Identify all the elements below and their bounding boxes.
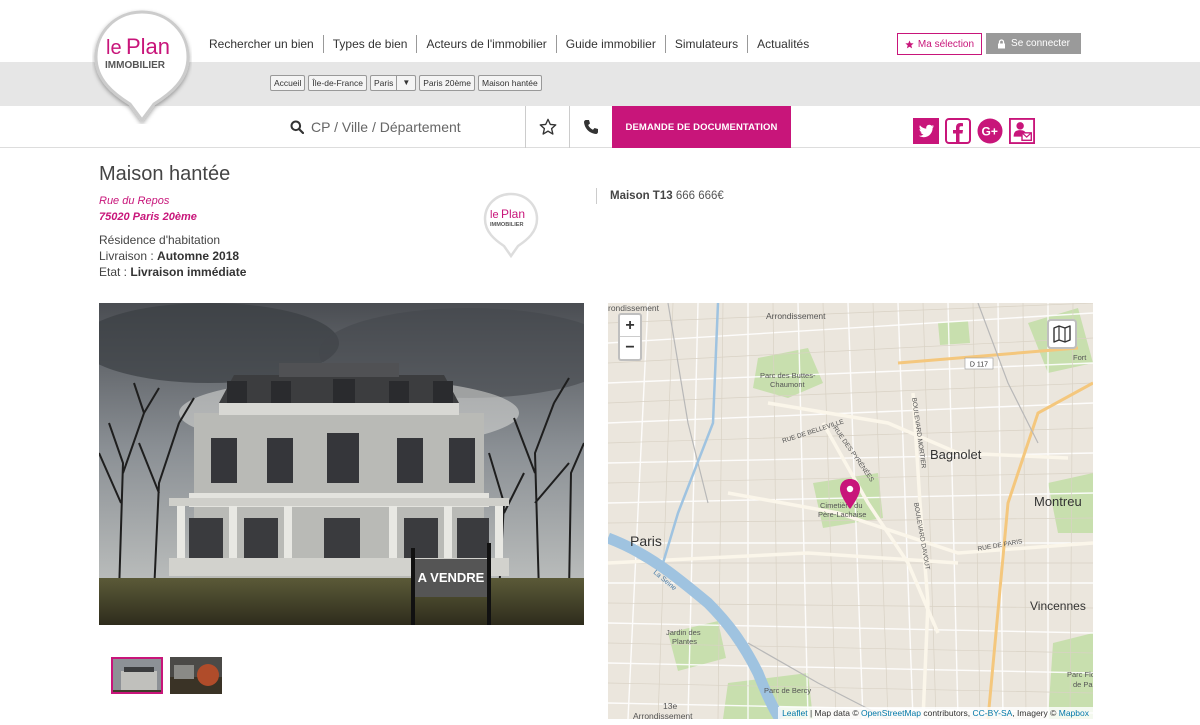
nav-guide[interactable]: Guide immobilier bbox=[555, 35, 665, 53]
favorite-button[interactable] bbox=[527, 106, 569, 148]
zoom-in-button[interactable]: + bbox=[620, 315, 640, 337]
contact-icon[interactable] bbox=[1009, 118, 1035, 144]
svg-text:G+: G+ bbox=[982, 125, 998, 139]
thumbnail-1[interactable] bbox=[111, 657, 163, 694]
small-logo-immobilier: IMMOBILIER bbox=[490, 222, 524, 228]
lock-icon bbox=[998, 38, 1006, 48]
logo-text-le: le bbox=[106, 37, 122, 59]
search-input[interactable] bbox=[311, 119, 511, 135]
osm-link[interactable]: OpenStreetMap bbox=[861, 708, 921, 718]
map-label: Parc de Bercy bbox=[764, 686, 811, 695]
developer-logo[interactable]: le Plan IMMOBILIER bbox=[483, 192, 539, 258]
price-type: Maison T13 bbox=[610, 190, 673, 202]
thumbnail-2[interactable] bbox=[170, 657, 222, 694]
attribution-text: | Map data © bbox=[807, 708, 861, 718]
caret-down-icon[interactable]: ▼ bbox=[397, 75, 417, 91]
map-label: Paris bbox=[630, 533, 662, 549]
site-logo[interactable]: le Plan IMMOBILIER bbox=[92, 8, 192, 124]
map-label: Vincennes bbox=[1030, 599, 1086, 613]
nav-acteurs[interactable]: Acteurs de l'immobilier bbox=[416, 35, 555, 53]
price-value: 666 666€ bbox=[675, 190, 724, 202]
zoom-out-button[interactable]: − bbox=[620, 337, 640, 359]
map-label: Arrondissement bbox=[766, 311, 826, 321]
breadcrumb-accueil[interactable]: Accueil bbox=[270, 75, 306, 91]
breadcrumb-idf[interactable]: Île-de-France bbox=[308, 75, 367, 91]
ccbysa-link[interactable]: CC-BY-SA bbox=[972, 708, 1012, 718]
price-line: Maison T13 666 666€ bbox=[610, 190, 724, 202]
logo-text-plan: Plan bbox=[126, 34, 170, 59]
state-label: Etat : bbox=[99, 265, 131, 279]
main-photo[interactable]: A VENDRE bbox=[99, 303, 584, 625]
breadcrumb: Accueil Île-de-France Paris ▼ Paris 20èm… bbox=[270, 75, 542, 91]
location-map[interactable]: rondissement Arrondissement Parc des But… bbox=[608, 303, 1093, 719]
map-label: Chaumont bbox=[770, 380, 806, 389]
twitter-icon[interactable] bbox=[913, 118, 939, 144]
map-label: Arrondissement bbox=[633, 711, 693, 719]
map-icon bbox=[1053, 325, 1071, 343]
search-icon[interactable] bbox=[290, 120, 304, 134]
phone-button[interactable] bbox=[570, 106, 612, 148]
road-badge: D 117 bbox=[970, 362, 988, 369]
map-label: Père-Lachaise bbox=[818, 510, 866, 519]
phone-icon bbox=[584, 120, 598, 134]
map-label: Plantes bbox=[672, 637, 697, 646]
breadcrumb-paris-dropdown[interactable]: Paris ▼ bbox=[369, 75, 417, 91]
main-nav: Rechercher un bien Types de bien Acteurs… bbox=[200, 32, 818, 56]
map-attribution: Leaflet | Map data © OpenStreetMap contr… bbox=[778, 707, 1093, 719]
listing-state: Etat : Livraison immédiate bbox=[99, 265, 246, 279]
attribution-text: , Imagery © bbox=[1012, 708, 1059, 718]
listing-delivery: Livraison : Automne 2018 bbox=[99, 249, 239, 263]
facebook-icon[interactable] bbox=[945, 118, 971, 144]
map-label: Cimetière du bbox=[820, 501, 863, 510]
star-icon bbox=[905, 39, 914, 48]
google-plus-icon[interactable]: G+ bbox=[977, 118, 1003, 144]
delivery-value: Automne 2018 bbox=[157, 249, 240, 263]
selection-label: Ma sélection bbox=[917, 38, 975, 50]
breadcrumb-current[interactable]: Maison hantée bbox=[477, 75, 542, 91]
listing-city: 75020 Paris 20ème bbox=[99, 211, 197, 223]
selection-button[interactable]: Ma sélection bbox=[897, 33, 982, 55]
documentation-request-button[interactable]: DEMANDE DE DOCUMENTATION bbox=[612, 106, 791, 148]
map-label: 13e bbox=[663, 701, 677, 711]
map-label: rondissement bbox=[608, 303, 660, 313]
listing-street: Rue du Repos bbox=[99, 195, 170, 207]
map-zoom-control: + − bbox=[618, 313, 642, 361]
map-label: de Par bbox=[1073, 680, 1093, 689]
star-icon bbox=[539, 118, 557, 135]
nav-types[interactable]: Types de bien bbox=[322, 35, 417, 53]
map-label: Jardin des bbox=[666, 628, 701, 637]
for-sale-sign: A VENDRE bbox=[418, 570, 485, 585]
listing-type: Résidence d'habitation bbox=[99, 233, 221, 247]
attribution-text: contributors, bbox=[920, 708, 973, 718]
nav-rechercher[interactable]: Rechercher un bien bbox=[200, 35, 323, 53]
login-label: Se connecter bbox=[1011, 38, 1070, 49]
map-layers-button[interactable] bbox=[1047, 319, 1077, 349]
map-label: Parc Flo bbox=[1067, 670, 1093, 679]
search-group bbox=[290, 106, 511, 148]
nav-actualites[interactable]: Actualités bbox=[747, 35, 818, 53]
leaflet-link[interactable]: Leaflet bbox=[782, 708, 808, 718]
delivery-label: Livraison : bbox=[99, 249, 158, 263]
logo-text-immobilier: IMMOBILIER bbox=[105, 60, 166, 71]
state-value: Livraison immédiate bbox=[130, 265, 247, 279]
nav-simulateurs[interactable]: Simulateurs bbox=[664, 35, 747, 53]
mapbox-link[interactable]: Mapbox bbox=[1059, 708, 1089, 718]
divider bbox=[525, 106, 526, 148]
map-label: Parc des Buttes- bbox=[760, 371, 816, 380]
map-label: Montreu bbox=[1034, 494, 1082, 509]
listing-title: Maison hantée bbox=[99, 163, 231, 185]
divider bbox=[596, 188, 597, 204]
login-button[interactable]: Se connecter bbox=[986, 33, 1081, 54]
map-label: Fort bbox=[1073, 353, 1087, 362]
small-logo-le: le bbox=[490, 209, 499, 221]
breadcrumb-paris20[interactable]: Paris 20ème bbox=[419, 75, 475, 91]
map-label: Bagnolet bbox=[930, 447, 982, 462]
breadcrumb-paris[interactable]: Paris bbox=[369, 75, 398, 91]
small-logo-plan: Plan bbox=[501, 207, 525, 221]
